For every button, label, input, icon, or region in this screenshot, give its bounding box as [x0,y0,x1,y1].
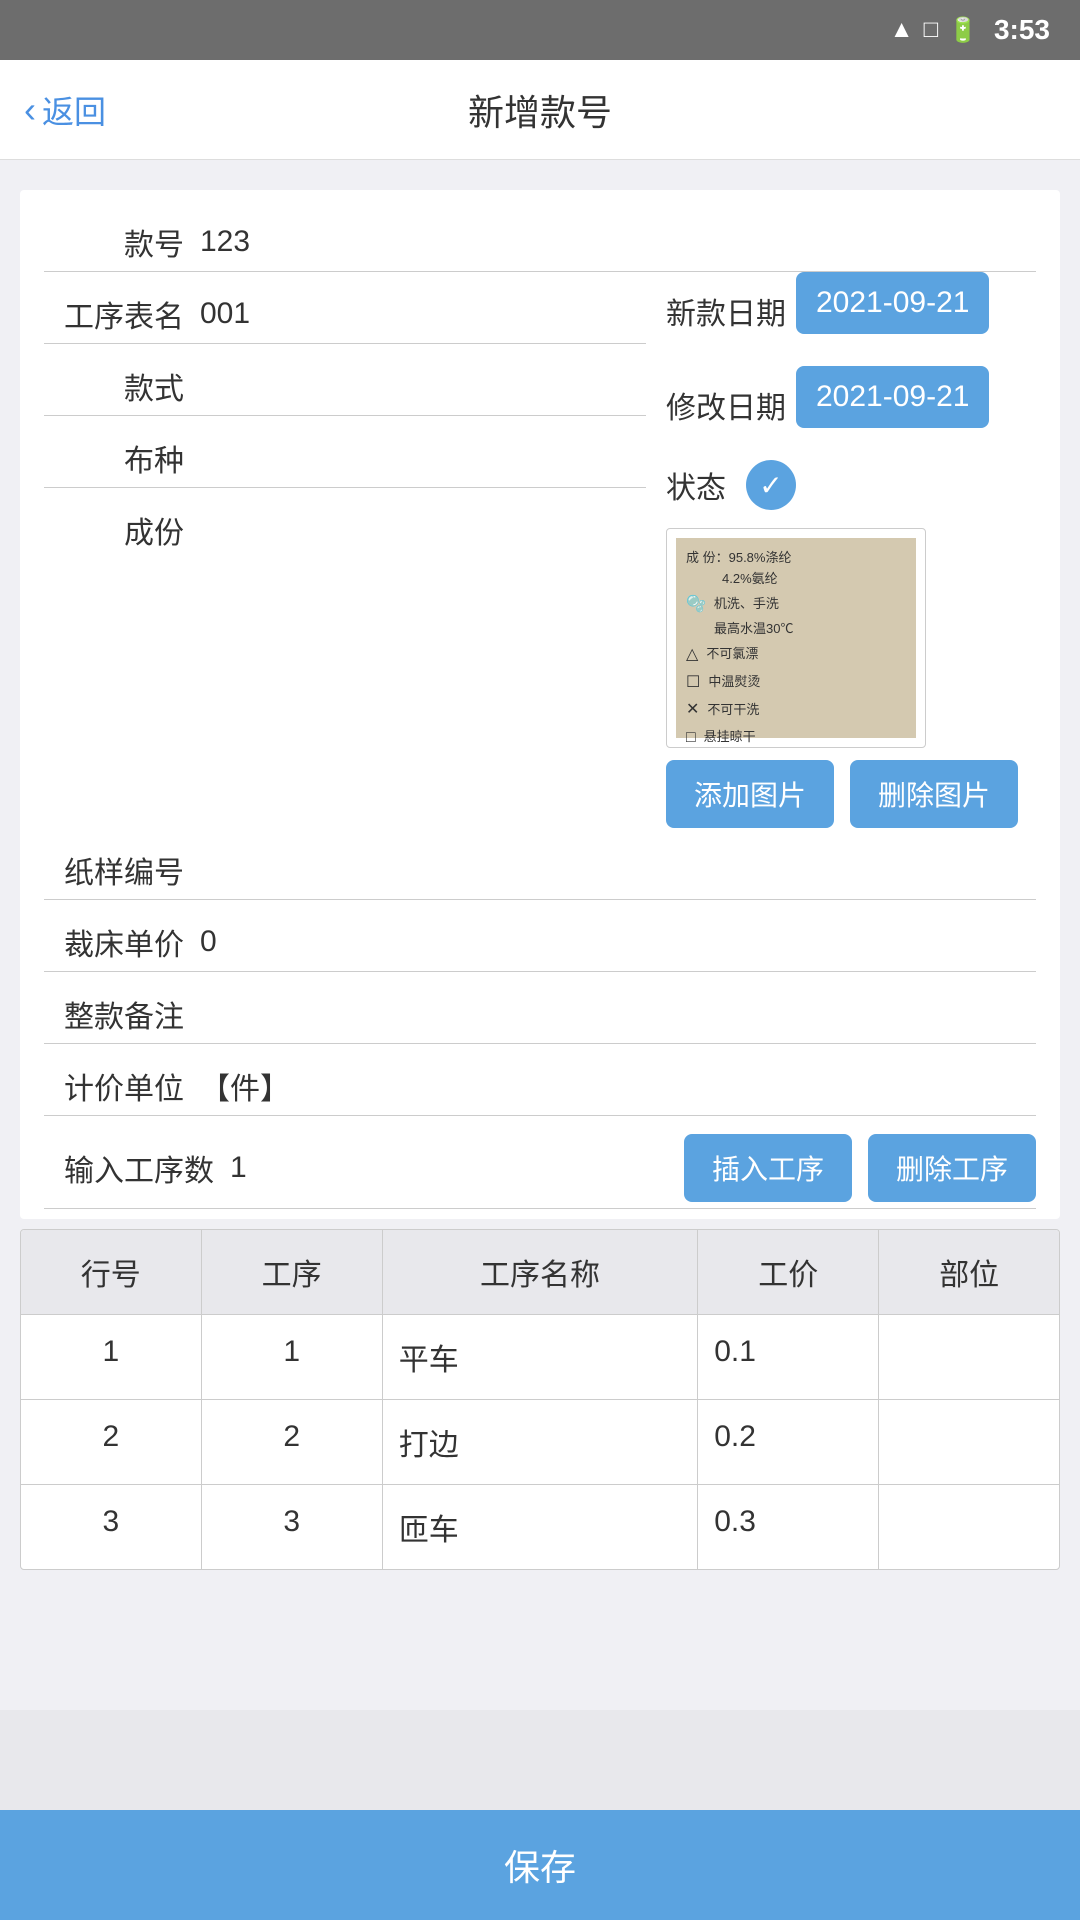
fabric-line5: 不可氯漂 [706,644,758,665]
jijia-row: 计价单位 【件】 [44,1044,1036,1116]
top-bar: ‹ 返回 新增款号 [0,60,1080,160]
buzhong-label: 布种 [44,436,184,480]
col-gongxu-mingcheng: 工序名称 [382,1230,697,1315]
caichuang-danjia-row: 裁床单价 0 [44,900,1036,972]
right-column: 新款日期 2021-09-21 修改日期 2021-09-21 状态 ✓ [666,272,1036,828]
zhuangtai-row: 状态 ✓ [666,460,1036,510]
table-row[interactable]: 2 2 打边 0.2 [21,1400,1059,1485]
gongxu-biaoming-value[interactable]: 001 [200,297,646,331]
form-body: 款号 123 工序表名 001 款式 [20,190,1060,1219]
col-gongjia: 工价 [698,1230,879,1315]
add-image-button[interactable]: 添加图片 [666,760,834,828]
delete-process-button[interactable]: 删除工序 [868,1134,1036,1202]
process-table: 行号 工序 工序名称 工价 部位 1 1 平车 0.1 2 2 打边 0.2 3… [20,1229,1060,1570]
save-label: 保存 [504,1839,576,1891]
cell-gongxu-mingcheng: 平车 [382,1315,697,1400]
cell-gongjia: 0.3 [698,1485,879,1570]
zhuangtai-label: 状态 [666,463,726,507]
cell-gongxu-mingcheng: 匝车 [382,1485,697,1570]
chengfen-label: 成份 [44,508,184,552]
back-label: 返回 [42,87,106,133]
process-action-buttons: 插入工序 删除工序 [684,1134,1036,1202]
main-content: 款号 123 工序表名 001 款式 [0,160,1080,1710]
kuanhao-label: 款号 [44,220,184,264]
cell-hanghao: 3 [21,1485,201,1570]
left-column: 工序表名 001 款式 布种 成份 [44,272,646,828]
fabric-image-container: 成 份：95.8%涤纶 4.2%氨纶 🫧 机洗、手洗 最高水温30℃ △ 不可氯… [666,528,926,748]
col-buwei: 部位 [879,1230,1059,1315]
fabric-line3: 机洗、手洗 [714,594,779,615]
jijia-value[interactable]: 【件】 [200,1064,1036,1108]
xiugai-riqi-btn[interactable]: 2021-09-21 [796,366,989,428]
signal-icon: □ [924,16,939,44]
process-table-inner: 行号 工序 工序名称 工价 部位 1 1 平车 0.1 2 2 打边 0.2 3… [21,1230,1059,1569]
fabric-line8: 悬挂晾干 [704,727,756,748]
fabric-line6: 中温熨烫 [708,672,760,693]
process-count-row: 输入工序数 1 插入工序 删除工序 [44,1116,1036,1209]
kuanhao-value[interactable]: 123 [200,225,1036,259]
cell-gongjia: 0.1 [698,1315,879,1400]
gongxu-biaoming-label: 工序表名 [44,292,184,336]
cell-gongxu-mingcheng: 打边 [382,1400,697,1485]
form-section: 款号 123 工序表名 001 款式 [20,190,1060,1219]
status-check[interactable]: ✓ [746,460,796,510]
page-title: 新增款号 [468,84,612,136]
col-gongxu: 工序 [201,1230,382,1315]
cell-hanghao: 2 [21,1400,201,1485]
xiugai-riqi-row: 修改日期 2021-09-21 [666,366,1036,444]
fabric-line7: 不可干洗 [707,700,759,721]
kuanshi-label: 款式 [44,364,184,408]
col-hanghao: 行号 [21,1230,201,1315]
back-button[interactable]: ‹ 返回 [24,87,106,133]
zhiyang-bianhao-label: 纸样编号 [44,848,184,892]
xinkhuan-riqi-row: 新款日期 2021-09-21 [666,272,1036,350]
cell-hanghao: 1 [21,1315,201,1400]
input-gongxu-label: 输入工序数 [44,1146,214,1190]
two-col-section: 工序表名 001 款式 布种 成份 [44,272,1036,828]
fabric-line1: 成 份：95.8%涤纶 [686,548,906,569]
table-body: 1 1 平车 0.1 2 2 打边 0.2 3 3 匝车 0.3 [21,1315,1059,1570]
fabric-line4: 最高水温30℃ [686,619,906,640]
table-row[interactable]: 3 3 匝车 0.3 [21,1485,1059,1570]
cell-gongxu: 3 [201,1485,382,1570]
table-row[interactable]: 1 1 平车 0.1 [21,1315,1059,1400]
jijia-label: 计价单位 [44,1064,184,1108]
caichuang-danjia-value[interactable]: 0 [200,925,1036,959]
xinkuan-riqi-label: 新款日期 [666,289,786,333]
zhengkuan-beizhu-row: 整款备注 [44,972,1036,1044]
cell-gongjia: 0.2 [698,1400,879,1485]
save-bar[interactable]: 保存 [0,1810,1080,1920]
cell-gongxu: 2 [201,1400,382,1485]
buzhong-row: 布种 [44,416,646,488]
cell-gongxu: 1 [201,1315,382,1400]
time-display: 3:53 [994,14,1050,46]
caichuang-danjia-label: 裁床单价 [44,920,184,964]
kuanhao-row: 款号 123 [44,200,1036,272]
table-header: 行号 工序 工序名称 工价 部位 [21,1230,1059,1315]
zhiyang-bianhao-row: 纸样编号 [44,828,1036,900]
input-gongxu-value[interactable]: 1 [230,1151,247,1185]
delete-image-button[interactable]: 删除图片 [850,760,1018,828]
chengfen-row: 成份 [44,488,646,560]
kuanshi-row: 款式 [44,344,646,416]
back-chevron-icon: ‹ [24,92,36,128]
status-icons: ▲ □ 🔋 [890,16,978,45]
gongxu-biaoming-row: 工序表名 001 [44,272,646,344]
status-bar: ▲ □ 🔋 3:53 [0,0,1080,60]
fabric-line2: 4.2%氨纶 [686,569,906,590]
insert-process-button[interactable]: 插入工序 [684,1134,852,1202]
cell-buwei [879,1400,1059,1485]
header-row: 行号 工序 工序名称 工价 部位 [21,1230,1059,1315]
cell-buwei [879,1315,1059,1400]
xinkuan-riqi-btn[interactable]: 2021-09-21 [796,272,989,334]
cell-buwei [879,1485,1059,1570]
process-count-left: 输入工序数 1 [44,1146,247,1190]
battery-icon: 🔋 [948,16,978,45]
image-buttons: 添加图片 删除图片 [666,760,1036,828]
zhengkuan-beizhu-label: 整款备注 [44,992,184,1036]
xiugai-riqi-label: 修改日期 [666,383,786,427]
wifi-icon: ▲ [890,16,914,44]
fabric-label: 成 份：95.8%涤纶 4.2%氨纶 🫧 机洗、手洗 最高水温30℃ △ 不可氯… [676,538,916,738]
